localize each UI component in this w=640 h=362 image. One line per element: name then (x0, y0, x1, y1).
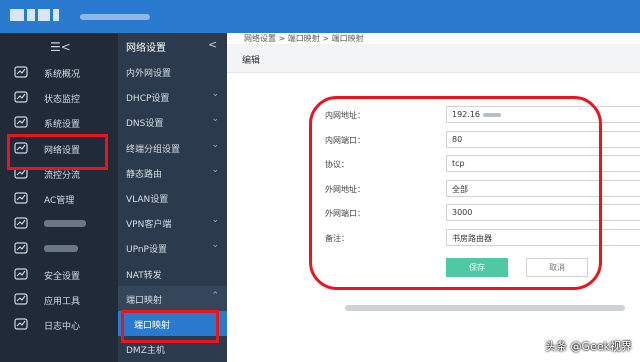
sub-sidebar-item[interactable]: 静态路由 ⌄ (118, 160, 227, 185)
chevron-down-icon: ⌄ (211, 139, 219, 150)
sub-sidebar-item-label: VLAN设置 (126, 195, 169, 205)
security-icon (14, 267, 28, 280)
sub-sidebar-item[interactable]: 端口映射 ⌃ (118, 285, 227, 311)
speedometer-icon (14, 66, 28, 78)
page-header: 编辑 (227, 44, 640, 73)
chevron-down-icon: ⌄ (211, 164, 219, 175)
breadcrumb: 网络设置 > 端口映射 > 端口映射 (244, 34, 364, 43)
menu-toggle-icon[interactable]: ☰< (50, 40, 71, 54)
brand-name-blurred (80, 14, 150, 20)
chevron-down-icon: ⌄ (211, 114, 219, 125)
watermark: 头条 @Geek视界 (545, 340, 632, 353)
sidebar-item[interactable]: 系统概况 (0, 60, 118, 85)
sidebar-item-label: AC管理 (44, 196, 75, 206)
sidebar-item[interactable]: 系统设置 (0, 110, 118, 135)
sidebar-item-label: 应用工具 (44, 296, 81, 307)
sub-sidebar-item-label: DNS设置 (126, 119, 164, 130)
sidebar-item[interactable]: 应用工具 (0, 287, 118, 312)
sub-sidebar-item[interactable]: 内外网设置 (118, 59, 227, 84)
sidebar-item[interactable]: 日志中心 (0, 312, 118, 337)
ac-icon (14, 192, 28, 204)
blurred-label (44, 220, 86, 228)
blurred-label (44, 245, 78, 253)
sub-sidebar-item[interactable]: 终端分组设置 ⌄ (118, 135, 227, 160)
chevron-down-icon: ⌄ (211, 215, 219, 226)
gear-icon (14, 116, 28, 128)
blurred-footer-text (345, 305, 625, 311)
sidebar-item[interactable]: 安全设置 (0, 262, 118, 287)
sub-sidebar-item-label: NAT转发 (126, 270, 162, 281)
sub-sidebar-item-label: VPN客户端 (126, 220, 172, 231)
sidebar-item[interactable] (0, 211, 118, 236)
sidebar-item-label: 系统设置 (44, 120, 81, 131)
sidebar-item-label: 系统概况 (44, 70, 81, 80)
page-title: 编辑 (242, 56, 261, 66)
highlight-network-settings (7, 134, 108, 170)
sub-sidebar-item-label: 内外网设置 (126, 69, 172, 79)
sub-sidebar-item-label: DHCP设置 (126, 94, 170, 105)
chevron-up-icon: ⌃ (211, 290, 219, 301)
sub-sidebar-item-label: 端口映射 (126, 295, 163, 306)
sidebar-item[interactable]: 状态监控 (0, 85, 118, 110)
brand-logo (10, 9, 62, 23)
collapse-icon[interactable]: < (208, 38, 217, 51)
sub-sidebar-item-label: 静态路由 (126, 169, 163, 180)
sub-sidebar-item[interactable]: DNS设置 ⌄ (118, 109, 227, 134)
top-bar (0, 0, 640, 33)
highlight-port-mapping (121, 310, 219, 343)
sidebar-item[interactable] (0, 236, 118, 261)
grid-icon (14, 217, 28, 229)
sub-sidebar-item-label: UPnP设置 (126, 245, 167, 256)
sidebar-item-label: 安全设置 (44, 271, 81, 282)
apps-icon (14, 293, 28, 305)
sub-sidebar-item[interactable]: UPnP设置 ⌄ (118, 235, 227, 260)
sub-sidebar-item[interactable]: DHCP设置 ⌄ (118, 84, 227, 109)
monitor-chart-icon (14, 91, 28, 103)
chevron-down-icon: ⌄ (211, 89, 219, 100)
highlight-form-oval (309, 96, 602, 290)
transfer-icon (14, 242, 28, 254)
sub-sidebar-item-label: 终端分组设置 (126, 144, 181, 155)
sidebar-item-label: 日志中心 (44, 322, 81, 332)
sidebar-item[interactable]: AC管理 (0, 186, 118, 211)
sub-sidebar-item[interactable]: VPN客户端 ⌄ (118, 210, 227, 235)
sub-sidebar-item[interactable]: VLAN设置 (118, 185, 227, 210)
sub-sidebar-title: 网络设置 (126, 43, 166, 54)
sub-sidebar-item[interactable]: NAT转发 (118, 261, 227, 286)
log-icon (14, 318, 28, 330)
sidebar-item-label: 状态监控 (44, 95, 81, 106)
chevron-down-icon: ⌄ (211, 240, 219, 251)
sub-sidebar-item-label: DMZ主机 (126, 346, 165, 357)
